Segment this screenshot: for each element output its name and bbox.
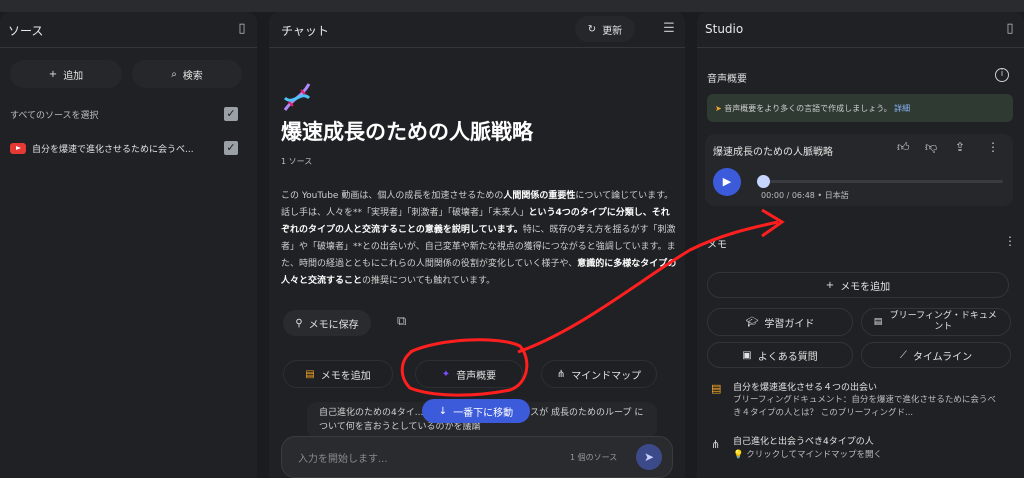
refresh-button[interactable]: ↻ 更新 <box>575 16 635 42</box>
play-icon: ▶ <box>722 175 732 188</box>
chat-header: チャット ↻ 更新 ☰ <box>269 12 685 48</box>
note-item[interactable]: ⋔ 自己進化と出会うべき4タイプの人 💡 クリックしてマインドマップを開く <box>711 434 1011 470</box>
thumbs-up-icon[interactable]: 👍︎ <box>897 140 910 155</box>
info-icon[interactable]: i <box>995 68 1009 82</box>
thumbs-down-icon[interactable]: 👎︎ <box>925 140 937 155</box>
details-link[interactable]: 詳細 <box>894 104 910 113</box>
search-sources-button[interactable]: ⌕ 検索 <box>132 60 242 88</box>
arrow-down-icon: ↓ <box>438 405 448 417</box>
plus-icon: + <box>825 279 835 291</box>
pin-icon: ⚲ <box>295 317 303 329</box>
send-icon: ➤ <box>643 450 655 464</box>
more-vert-icon[interactable]: ⋮ <box>987 140 999 154</box>
audio-title: 爆速成長のための人脈戦略 <box>713 147 833 158</box>
studio-title: Studio <box>705 22 744 36</box>
select-all-label: すべてのソースを選択 <box>10 111 99 121</box>
audio-overview-button[interactable]: ✦ 音声概要 <box>415 360 523 388</box>
mindmap-icon: ⋔ <box>556 368 566 380</box>
copy-icon[interactable]: ⧉ <box>397 314 406 329</box>
source-item-checkbox[interactable]: ✓ <box>224 141 238 155</box>
panel-toggle-icon[interactable]: ▯ <box>1002 21 1018 37</box>
sources-panel: ソース ▯ + 追加 ⌕ 検索 すべてのソースを選択 ✓ 自分を爆速で進化させる… <box>0 12 257 478</box>
chat-panel: チャット ↻ 更新 ☰ 爆速成長のための人脈戦略 1 ソース この YouTub… <box>269 12 685 478</box>
language-banner: ➤ 音声概要をより多くの言語で作成しましょう。 詳細 <box>707 94 1013 122</box>
summary-text: この YouTube 動画は、個人の成長を加速させるための人間関係の重要性につい… <box>281 191 677 286</box>
panel-toggle-icon[interactable]: ▯ <box>234 21 250 37</box>
faq-icon: ▣ <box>742 349 752 361</box>
arrow-icon: ➤ <box>715 104 722 113</box>
source-count: 1 ソース <box>281 157 313 166</box>
more-vert-icon[interactable]: ⋮ <box>1004 234 1016 248</box>
mindmap-button[interactable]: ⋔ マインドマップ <box>541 360 657 388</box>
mindmap-icon: ⋔ <box>711 438 721 451</box>
source-item[interactable]: 自分を爆速で進化させるために会うべ... <box>10 142 194 155</box>
add-memo-chat-button[interactable]: ▤ メモを追加 <box>283 360 393 388</box>
note-item[interactable]: ▤ 自分を爆速進化させる４つの出会い ブリーフィングドキュメント：自分を爆速で進… <box>711 380 1011 424</box>
jump-bottom-button[interactable]: ↓ 一番下に移動 <box>422 399 530 423</box>
refresh-icon: ↻ <box>587 23 597 35</box>
sparkle-icon: ✦ <box>441 368 451 380</box>
top-strip <box>0 0 1024 12</box>
sources-title: ソース <box>8 24 44 38</box>
sources-header: ソース ▯ <box>0 12 257 48</box>
settings-sliders-icon[interactable]: ☰ <box>661 21 677 37</box>
add-memo-studio-button[interactable]: + メモを追加 <box>707 272 1009 298</box>
share-icon[interactable]: ⇪ <box>955 140 965 154</box>
studio-header: Studio ▯ <box>697 12 1024 48</box>
graduation-cap-icon: 🎓︎ <box>745 316 759 328</box>
dna-icon <box>283 83 311 111</box>
chat-input-placeholder: 入力を開始します... <box>298 454 388 465</box>
briefing-doc-button[interactable]: ▤ ブリーフィング・ドキュメント <box>861 308 1011 336</box>
studio-panel: Studio ▯ 音声概要 i ➤ 音声概要をより多くの言語で作成しましょう。 … <box>697 12 1024 478</box>
timeline-icon: ⟋ <box>899 349 907 361</box>
send-button[interactable]: ➤ <box>636 444 662 470</box>
timeline-button[interactable]: ⟋ タイムライン <box>861 342 1011 368</box>
audio-time: 00:00 / 06:48 • 日本語 <box>761 191 849 200</box>
youtube-icon <box>10 143 26 154</box>
study-guide-button[interactable]: 🎓︎ 学習ガイド <box>707 308 853 336</box>
audio-section-title: 音声概要 <box>707 74 747 85</box>
faq-button[interactable]: ▣ よくある質問 <box>707 342 853 368</box>
chat-input-box[interactable]: 入力を開始します... 1 個のソース ➤ <box>281 436 673 478</box>
memo-title: メモ <box>707 240 727 251</box>
input-source-count: 1 個のソース <box>570 453 618 462</box>
chat-title: チャット <box>281 24 329 38</box>
audio-card: 爆速成長のための人脈戦略 👍︎ 👎︎ ⇪ ⋮ ▶ 00:00 / 06:48 •… <box>705 134 1013 206</box>
save-memo-button[interactable]: ⚲ メモに保存 <box>283 310 371 336</box>
notebook-title: 爆速成長のための人脈戦略 <box>281 120 533 144</box>
note-icon: ▤ <box>305 368 315 380</box>
document-icon: ▤ <box>873 317 883 327</box>
select-all-checkbox[interactable]: ✓ <box>224 107 238 121</box>
audio-progress-track[interactable] <box>757 175 1003 188</box>
play-button[interactable]: ▶ <box>713 168 741 196</box>
search-icon: ⌕ <box>171 68 177 80</box>
note-icon: ▤ <box>711 382 722 395</box>
plus-icon: + <box>48 68 58 80</box>
add-source-button[interactable]: + 追加 <box>10 60 122 88</box>
audio-scrubber[interactable] <box>757 175 770 188</box>
